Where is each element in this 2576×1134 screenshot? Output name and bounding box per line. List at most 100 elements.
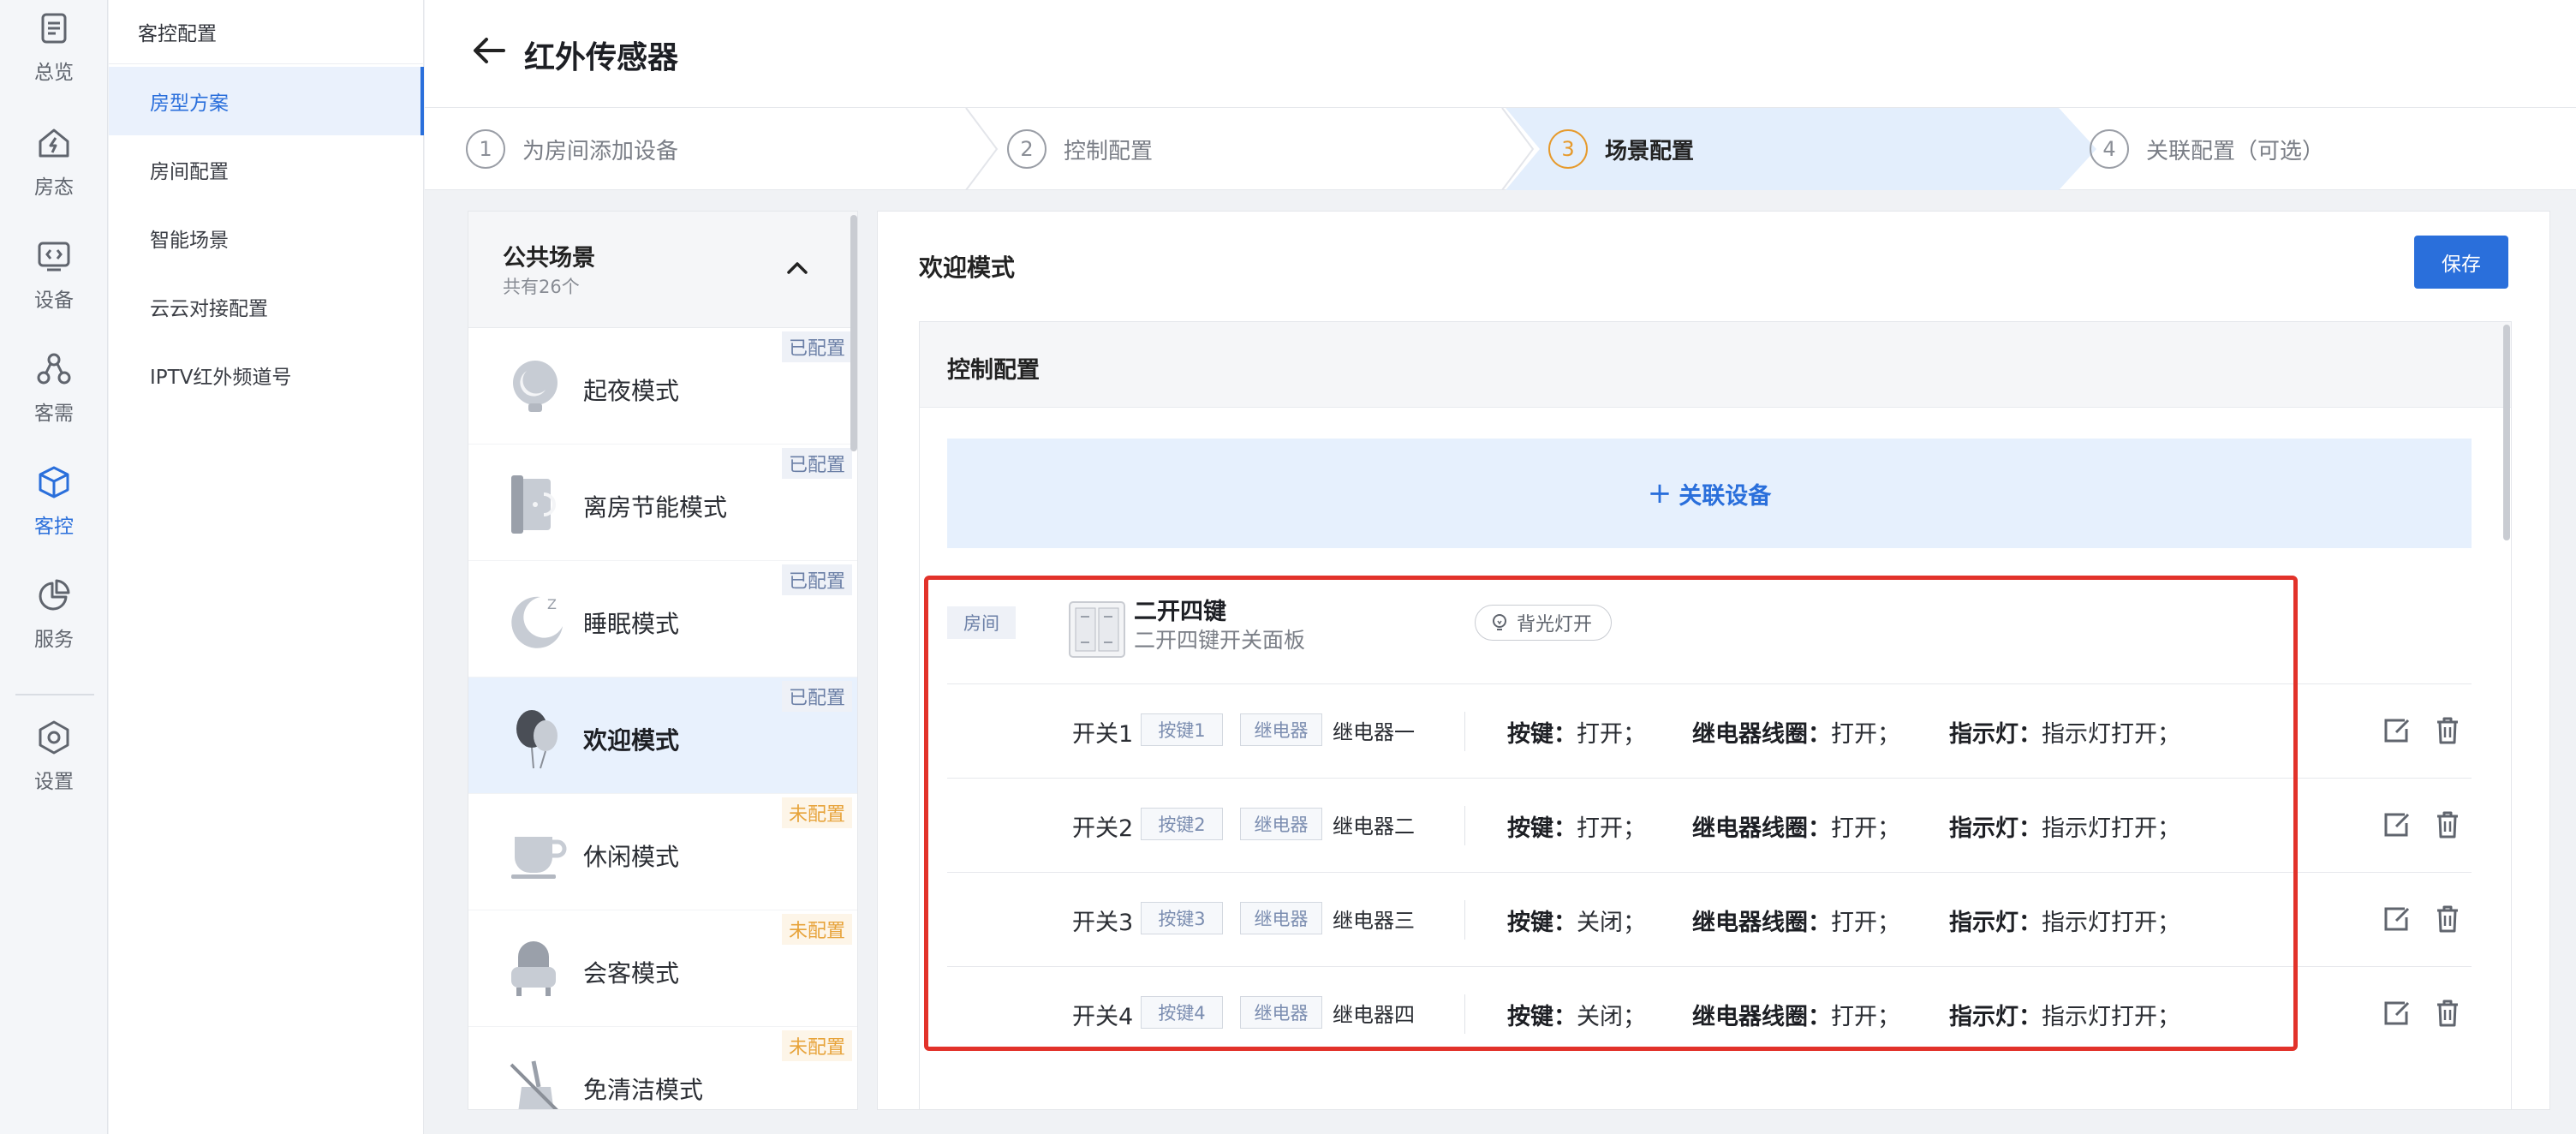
coil-state-label: 继电器线圈： xyxy=(1692,910,1831,936)
led-state-value: 指示灯打开； xyxy=(2042,1004,2180,1030)
key-state-label: 按键： xyxy=(1507,1004,1577,1030)
scene-detail-title: 欢迎模式 xyxy=(919,254,1016,282)
rail-item-service[interactable]: 服务 xyxy=(0,567,108,661)
backlight-label: 背光灯开 xyxy=(1517,614,1593,636)
key-state-value: 打开； xyxy=(1577,815,1646,842)
table-row: 开关3 按键3 继电器 继电器三 按键：关闭； 继电器线圈：打开； 指示灯：指示… xyxy=(947,872,2472,966)
chevron-up-icon[interactable] xyxy=(780,251,814,285)
led-state-label: 指示灯： xyxy=(1949,1004,2042,1030)
rail-item-guest-needs[interactable]: 客需 xyxy=(0,341,108,435)
scene-item[interactable]: Z 睡眠模式 已配置 xyxy=(468,561,857,677)
coil-state: 继电器线圈：打开； xyxy=(1692,998,1900,1031)
back-arrow-icon[interactable] xyxy=(469,31,509,70)
step-separator xyxy=(965,108,999,190)
rail-item-device[interactable]: 设备 xyxy=(0,228,108,322)
control-config-box: 控制配置 + 关联设备 房间 二开四键 二开四键开关面板 背光灯开 开关1 按键… xyxy=(919,321,2512,1109)
step-3[interactable]: 3 场景配置 xyxy=(1548,108,1694,190)
switch-panel-icon xyxy=(1069,601,1125,658)
key-state-label: 按键： xyxy=(1507,721,1577,748)
led-state-value: 指示灯打开； xyxy=(2042,721,2180,748)
step-label: 关联配置（可选） xyxy=(2146,138,2325,164)
rail-item-overview[interactable]: 总览 xyxy=(0,0,108,94)
scene-item[interactable]: 欢迎模式 已配置 xyxy=(468,677,857,794)
device-subtitle: 二开四键开关面板 xyxy=(1134,628,1306,653)
relay-tag: 继电器 xyxy=(1240,902,1322,934)
rail-label: 服务 xyxy=(34,629,74,651)
led-state: 指示灯：指示灯打开； xyxy=(1949,904,2180,937)
night-light-icon xyxy=(513,361,558,412)
steps-bar: 1 为房间添加设备 2 控制配置 3 场景配置 4 关联配置（可选） xyxy=(425,108,2576,190)
scrollbar[interactable] xyxy=(2503,325,2510,540)
relay-name: 继电器三 xyxy=(1333,909,1415,933)
backlight-toggle[interactable]: 背光灯开 xyxy=(1475,605,1613,641)
room-tag: 房间 xyxy=(947,606,1016,639)
edit-icon[interactable] xyxy=(2379,996,2413,1030)
subnav-item-room-type-plan[interactable]: 房型方案 xyxy=(109,67,424,135)
subnav-item-room-config[interactable]: 房间配置 xyxy=(109,135,424,204)
relay-name: 继电器一 xyxy=(1333,720,1415,744)
step-number: 4 xyxy=(2090,129,2129,169)
balloon-icon xyxy=(516,710,558,769)
led-state-label: 指示灯： xyxy=(1949,721,2042,748)
step-number: 3 xyxy=(1548,129,1588,169)
scene-item[interactable]: 休闲模式 未配置 xyxy=(468,794,857,910)
scrollbar[interactable] xyxy=(850,215,857,451)
delete-icon[interactable] xyxy=(2430,808,2465,842)
relay-tag: 继电器 xyxy=(1240,996,1322,1029)
edit-icon[interactable] xyxy=(2379,713,2413,748)
device-name: 二开四键 xyxy=(1134,599,1226,625)
scene-group-header[interactable]: 公共场景 共有26个 xyxy=(468,212,857,328)
scene-name: 免清洁模式 xyxy=(583,1076,704,1104)
rail-label: 房态 xyxy=(34,176,74,199)
step-label: 为房间添加设备 xyxy=(522,138,679,164)
step-separator xyxy=(1501,108,1535,190)
divider xyxy=(1464,712,1465,751)
switch-label: 开关2 xyxy=(1072,815,1134,842)
scene-name: 休闲模式 xyxy=(583,843,680,871)
relay-tag: 继电器 xyxy=(1240,808,1322,840)
led-state: 指示灯：指示灯打开； xyxy=(1949,809,2180,843)
subnav-item-cloud-integration[interactable]: 云云对接配置 xyxy=(109,272,424,341)
delete-icon[interactable] xyxy=(2430,713,2465,748)
led-state-label: 指示灯： xyxy=(1949,910,2042,936)
icon-rail: 总览 房态 设备 客需 客控 服务 设置 xyxy=(0,0,108,1134)
rail-item-settings[interactable]: 设置 xyxy=(0,709,108,803)
coil-state: 继电器线圈：打开； xyxy=(1692,809,1900,843)
delete-icon[interactable] xyxy=(2430,902,2465,936)
status-badge: 已配置 xyxy=(781,331,852,362)
relay-tag: 继电器 xyxy=(1240,713,1322,746)
subnav-title: 客控配置 xyxy=(138,23,217,45)
delete-icon[interactable] xyxy=(2430,996,2465,1030)
step-number: 1 xyxy=(466,129,505,169)
led-state: 指示灯：指示灯打开； xyxy=(1949,715,2180,749)
scene-item[interactable]: 会客模式 未配置 xyxy=(468,910,857,1027)
scene-item[interactable]: 免清洁模式 未配置 xyxy=(468,1027,857,1109)
led-state: 指示灯：指示灯打开； xyxy=(1949,998,2180,1031)
link-device-button[interactable]: + 关联设备 xyxy=(947,439,2472,548)
subnav-item-smart-scene[interactable]: 智能场景 xyxy=(109,204,424,272)
edit-icon[interactable] xyxy=(2379,808,2413,842)
bulb-icon xyxy=(1493,614,1506,630)
coil-state: 继电器线圈：打开； xyxy=(1692,715,1900,749)
led-state-value: 指示灯打开； xyxy=(2042,815,2180,842)
rail-item-room-status[interactable]: 房态 xyxy=(0,115,108,209)
scene-item[interactable]: 起夜模式 已配置 xyxy=(468,328,857,445)
divider xyxy=(1464,900,1465,940)
moon-sleep-icon: Z xyxy=(511,596,563,648)
status-badge: 已配置 xyxy=(781,681,852,712)
step-4[interactable]: 4 关联配置（可选） xyxy=(2090,108,2324,190)
rail-item-guest-control[interactable]: 客控 xyxy=(0,454,108,548)
save-button[interactable]: 保存 xyxy=(2414,236,2508,289)
step-2[interactable]: 2 控制配置 xyxy=(1007,108,1153,190)
scene-item[interactable]: 离房节能模式 已配置 xyxy=(468,445,857,561)
coil-state-value: 打开； xyxy=(1831,815,1900,842)
key-state: 按键：打开； xyxy=(1507,715,1646,749)
subnav-item-iptv-channel[interactable]: IPTV红外频道号 xyxy=(109,341,424,409)
step-1[interactable]: 1 为房间添加设备 xyxy=(466,108,678,190)
edit-icon[interactable] xyxy=(2379,902,2413,936)
cup-icon xyxy=(511,837,567,879)
switch-label: 开关1 xyxy=(1072,721,1134,748)
key-tag: 按键4 xyxy=(1141,996,1223,1029)
armchair-icon xyxy=(511,941,556,996)
service-icon xyxy=(39,579,70,611)
